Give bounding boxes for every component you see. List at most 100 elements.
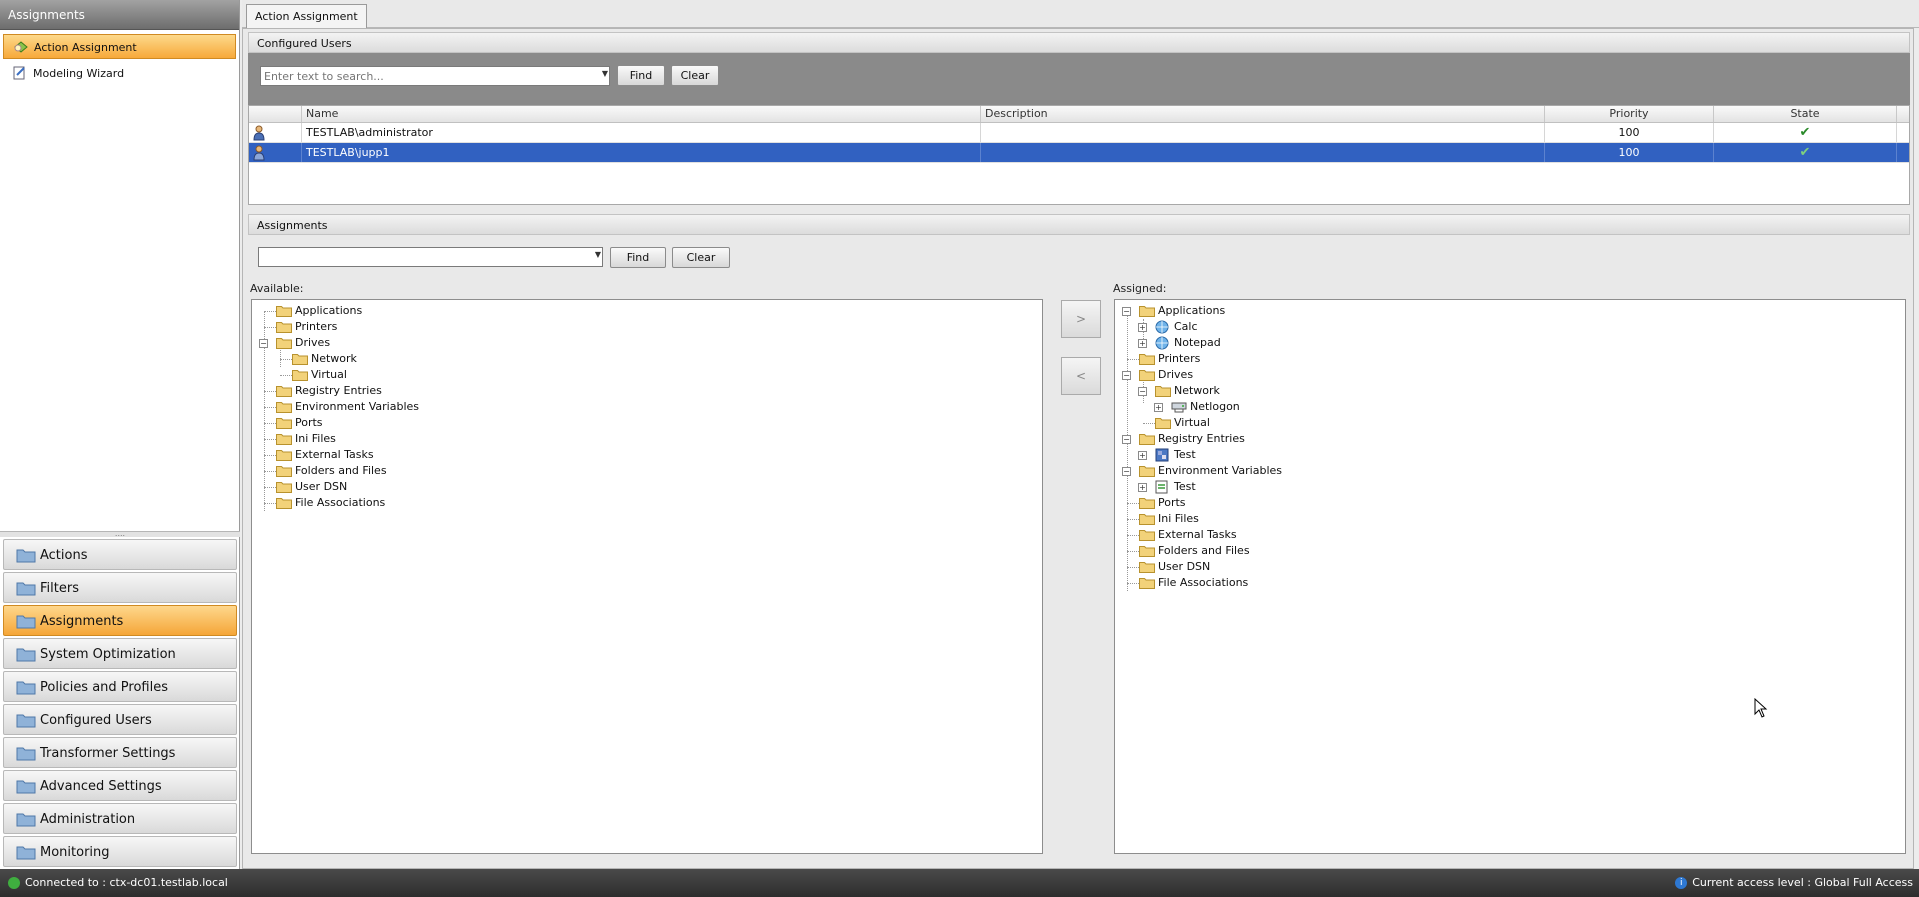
tree-node[interactable]: + Test bbox=[1115, 479, 1905, 495]
tree-node[interactable]: − Drives bbox=[252, 335, 1042, 351]
tree-node[interactable]: − Network bbox=[1115, 383, 1905, 399]
remove-assignment-button[interactable]: < bbox=[1061, 357, 1101, 395]
row-name: TESTLAB\administrator bbox=[302, 123, 981, 142]
nav-section-transformer-settings[interactable]: Transformer Settings bbox=[3, 737, 237, 768]
dropdown-arrow-icon[interactable]: ▼ bbox=[595, 250, 601, 259]
expand-icon[interactable]: + bbox=[1138, 339, 1147, 348]
folder-icon bbox=[276, 482, 292, 493]
collapse-icon[interactable]: − bbox=[1122, 307, 1131, 316]
table-row[interactable]: TESTLAB\administrator 100 ✔ bbox=[249, 123, 1909, 143]
folder-icon bbox=[276, 402, 292, 413]
tree-node[interactable]: Printers bbox=[1115, 351, 1905, 367]
dropdown-arrow-icon[interactable]: ▼ bbox=[602, 69, 608, 78]
folder-icon bbox=[16, 648, 36, 662]
tree-node[interactable]: − Environment Variables bbox=[1115, 463, 1905, 479]
tree-node[interactable]: Ini Files bbox=[1115, 511, 1905, 527]
nav-item-label: Modeling Wizard bbox=[33, 67, 125, 80]
tree-node[interactable]: File Associations bbox=[252, 495, 1042, 511]
expand-icon[interactable]: + bbox=[1138, 483, 1147, 492]
tree-node[interactable]: Applications bbox=[252, 303, 1042, 319]
tree-node[interactable]: Folders and Files bbox=[252, 463, 1042, 479]
assigned-tree[interactable]: − Applications + Calc + Notepad Printers − D… bbox=[1114, 299, 1906, 854]
configured-users-panel: Configured Users ▼ Find Clear Name Descr… bbox=[248, 32, 1910, 205]
collapse-icon[interactable]: − bbox=[1138, 387, 1147, 396]
info-icon: i bbox=[1675, 877, 1688, 889]
add-assignment-button[interactable]: > bbox=[1061, 300, 1101, 338]
available-tree[interactable]: Applications Printers − Drives Network Vi… bbox=[251, 299, 1043, 854]
checkmark-icon: ✔ bbox=[1799, 145, 1811, 160]
tree-node[interactable]: − Applications bbox=[1115, 303, 1905, 319]
tree-node[interactable]: + Calc bbox=[1115, 319, 1905, 335]
users-clear-button[interactable]: Clear bbox=[671, 65, 719, 86]
folder-icon bbox=[292, 370, 308, 381]
nav-section-monitoring[interactable]: Monitoring bbox=[3, 836, 237, 867]
nav-splitter[interactable]: .... bbox=[0, 530, 240, 538]
tree-node[interactable]: + Test bbox=[1115, 447, 1905, 463]
assignments-search-input[interactable] bbox=[258, 247, 603, 267]
col-header-name[interactable]: Name bbox=[302, 106, 981, 122]
grid-header: Name Description Priority State bbox=[249, 106, 1909, 123]
tree-node[interactable]: External Tasks bbox=[252, 447, 1042, 463]
folder-icon bbox=[16, 582, 36, 596]
expand-icon[interactable]: + bbox=[1138, 451, 1147, 460]
users-search-combo[interactable]: ▼ bbox=[260, 66, 610, 86]
users-find-button[interactable]: Find bbox=[617, 65, 665, 86]
col-header-priority[interactable]: Priority bbox=[1545, 106, 1714, 122]
assignments-clear-button[interactable]: Clear bbox=[672, 247, 730, 268]
tree-node[interactable]: Ports bbox=[252, 415, 1042, 431]
folder-icon bbox=[1155, 386, 1171, 397]
tree-node[interactable]: Printers bbox=[252, 319, 1042, 335]
nav-section-administration[interactable]: Administration bbox=[3, 803, 237, 834]
folder-icon bbox=[276, 418, 292, 429]
env-variable-icon bbox=[1155, 480, 1168, 494]
nav-section-system-optimization[interactable]: System Optimization bbox=[3, 638, 237, 669]
tree-node[interactable]: User DSN bbox=[252, 479, 1042, 495]
nav-section-policies-and-profiles[interactable]: Policies and Profiles bbox=[3, 671, 237, 702]
tree-node[interactable]: + Netlogon bbox=[1115, 399, 1905, 415]
collapse-icon[interactable]: − bbox=[1122, 467, 1131, 476]
tree-node[interactable]: Registry Entries bbox=[252, 383, 1042, 399]
assignments-find-button[interactable]: Find bbox=[610, 247, 666, 268]
collapse-icon[interactable]: − bbox=[1122, 435, 1131, 444]
collapse-icon[interactable]: − bbox=[1122, 371, 1131, 380]
nav-section-assignments[interactable]: Assignments bbox=[3, 605, 237, 636]
tree-node[interactable]: − Registry Entries bbox=[1115, 431, 1905, 447]
expand-icon[interactable]: + bbox=[1154, 403, 1163, 412]
collapse-icon[interactable]: − bbox=[259, 339, 268, 348]
folder-icon bbox=[1139, 306, 1155, 317]
assignments-title: Assignments bbox=[248, 214, 1910, 235]
tree-node[interactable]: Ports bbox=[1115, 495, 1905, 511]
tree-node[interactable]: Virtual bbox=[1115, 415, 1905, 431]
nav-item-modeling-wizard[interactable]: Modeling Wizard bbox=[3, 61, 236, 86]
tree-node[interactable]: File Associations bbox=[1115, 575, 1905, 591]
users-search-input[interactable] bbox=[260, 66, 610, 86]
table-row-selected[interactable]: TESTLAB\jupp1 100 ✔ bbox=[249, 143, 1909, 163]
tree-node[interactable]: External Tasks bbox=[1115, 527, 1905, 543]
tree-node[interactable]: Ini Files bbox=[252, 431, 1042, 447]
tree-node[interactable]: Folders and Files bbox=[1115, 543, 1905, 559]
nav-section-configured-users[interactable]: Configured Users bbox=[3, 704, 237, 735]
folder-icon bbox=[16, 714, 36, 728]
network-drive-icon bbox=[1171, 402, 1187, 413]
nav-section-actions[interactable]: Actions bbox=[3, 539, 237, 570]
row-priority: 100 bbox=[1545, 123, 1714, 142]
tree-node[interactable]: User DSN bbox=[1115, 559, 1905, 575]
col-header-description[interactable]: Description bbox=[981, 106, 1545, 122]
assignments-search-combo[interactable]: ▼ bbox=[258, 247, 603, 267]
tree-node[interactable]: Environment Variables bbox=[252, 399, 1042, 415]
col-header-state[interactable]: State bbox=[1714, 106, 1897, 122]
app-window: Assignments Action Assignment Modeling W… bbox=[0, 0, 1919, 897]
expand-icon[interactable]: + bbox=[1138, 323, 1147, 332]
nav-section-advanced-settings[interactable]: Advanced Settings bbox=[3, 770, 237, 801]
configured-users-grid: Name Description Priority State TESTLAB\… bbox=[248, 105, 1910, 205]
tree-node[interactable]: + Notepad bbox=[1115, 335, 1905, 351]
nav-section-filters[interactable]: Filters bbox=[3, 572, 237, 603]
tree-node[interactable]: − Drives bbox=[1115, 367, 1905, 383]
folder-icon bbox=[1155, 418, 1171, 429]
tree-node[interactable]: Network bbox=[252, 351, 1042, 367]
tab-action-assignment[interactable]: Action Assignment bbox=[246, 4, 367, 28]
tree-node[interactable]: Virtual bbox=[252, 367, 1042, 383]
folder-icon bbox=[1139, 562, 1155, 573]
col-header-icon[interactable] bbox=[249, 106, 302, 122]
nav-item-action-assignment[interactable]: Action Assignment bbox=[3, 34, 236, 59]
